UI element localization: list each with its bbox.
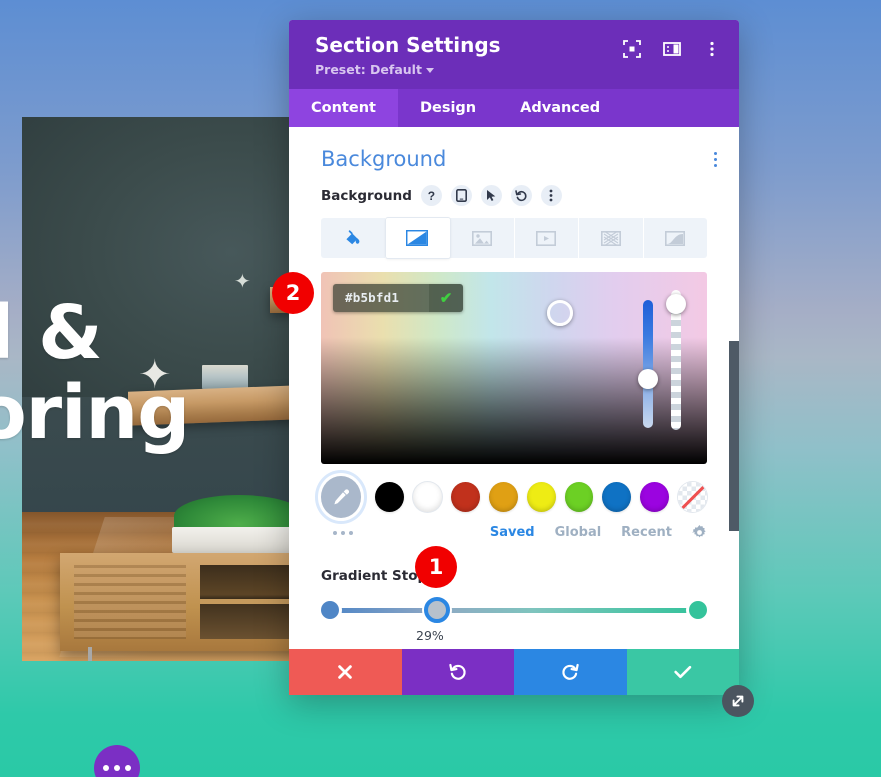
swatch-more-icon[interactable] bbox=[321, 530, 353, 535]
palette-tab-saved[interactable]: Saved bbox=[490, 525, 535, 540]
swatch-red[interactable] bbox=[451, 482, 480, 512]
page-title: Section Settings bbox=[315, 33, 501, 57]
saturation-value-cursor[interactable] bbox=[547, 300, 573, 326]
swatch-blue[interactable] bbox=[602, 482, 632, 512]
alpha-slider-knob[interactable] bbox=[666, 294, 686, 314]
modal-title-group: Section Settings Preset: Default bbox=[315, 33, 501, 78]
background-pattern-tab[interactable] bbox=[579, 218, 644, 258]
section-options-kebab-icon[interactable] bbox=[714, 151, 717, 167]
hex-confirm-checkmark-icon[interactable]: ✔ bbox=[429, 284, 463, 312]
photo-credenza-leg-left bbox=[88, 647, 92, 661]
gradient-stop-percent-label: 29% bbox=[416, 628, 444, 643]
background-section-header: Background bbox=[289, 127, 739, 171]
fab-dot-1 bbox=[103, 765, 109, 771]
photo-ornament-small bbox=[234, 269, 251, 294]
background-image-tab[interactable] bbox=[450, 218, 515, 258]
help-icon[interactable]: ? bbox=[420, 185, 442, 206]
swatch-white[interactable] bbox=[413, 482, 443, 512]
palette-tab-global[interactable]: Global bbox=[555, 525, 602, 540]
fab-dot-3 bbox=[125, 765, 131, 771]
background-video-tab[interactable] bbox=[515, 218, 579, 258]
swatch-green[interactable] bbox=[564, 482, 594, 512]
gradient-stop-active-handle[interactable] bbox=[424, 597, 450, 623]
hue-slider[interactable] bbox=[643, 300, 653, 428]
kebab-dot-2 bbox=[714, 157, 717, 161]
eyedropper-icon[interactable] bbox=[321, 476, 362, 518]
modal-header: Section Settings Preset: Default bbox=[289, 20, 739, 89]
background-field-row: Background ? bbox=[289, 171, 739, 206]
kebab-dot-3 bbox=[714, 163, 717, 167]
gradient-stops-label: Gradient Stops bbox=[321, 568, 436, 584]
fab-dot-2 bbox=[114, 765, 120, 771]
section-heading: Background bbox=[321, 147, 447, 171]
gradient-stops-track[interactable] bbox=[329, 608, 699, 613]
swatch-black[interactable] bbox=[375, 482, 405, 512]
section-settings-modal: Section Settings Preset: Default Content… bbox=[289, 20, 739, 695]
background-field-label: Background bbox=[321, 187, 412, 204]
photo-books bbox=[202, 365, 248, 389]
page-root: n al & ooring Section Settings Preset: D… bbox=[0, 0, 881, 777]
swatch-more-dot-3 bbox=[349, 530, 353, 535]
background-type-tabs bbox=[321, 218, 707, 258]
background-color-tab[interactable] bbox=[321, 218, 386, 258]
swatch-yellow[interactable] bbox=[526, 482, 556, 512]
swatch-transparent[interactable] bbox=[678, 482, 707, 512]
tab-content[interactable]: Content bbox=[289, 89, 398, 127]
palette-tab-recent[interactable]: Recent bbox=[621, 525, 672, 540]
kebab-dot-1 bbox=[714, 151, 717, 155]
palette-meta-row: Saved Global Recent bbox=[321, 525, 707, 540]
color-saturation-value-panel[interactable]: #b5bfd1 ✔ bbox=[321, 272, 707, 464]
hero-heading-line-3: ooring bbox=[0, 370, 190, 456]
swatch-more-dot-2 bbox=[341, 530, 345, 535]
modal-footer bbox=[289, 649, 739, 695]
annotation-marker-2: 2 bbox=[272, 272, 314, 314]
cancel-button[interactable] bbox=[289, 649, 402, 695]
resize-handle-icon[interactable] bbox=[722, 685, 754, 717]
gradient-stop-start-handle[interactable] bbox=[321, 601, 339, 619]
reset-undo-icon[interactable] bbox=[510, 185, 532, 206]
photo-credenza-door bbox=[74, 565, 186, 639]
modal-tab-bar: Content Design Advanced bbox=[289, 89, 739, 127]
hue-slider-knob[interactable] bbox=[638, 369, 658, 389]
gear-icon[interactable] bbox=[692, 525, 707, 540]
modal-header-icons bbox=[623, 34, 721, 58]
focus-frame-icon[interactable] bbox=[623, 40, 641, 58]
hex-input[interactable]: #b5bfd1 bbox=[333, 284, 429, 312]
hero-heading-line-2: al & bbox=[0, 290, 103, 376]
more-options-fab[interactable] bbox=[94, 745, 140, 777]
swatch-purple[interactable] bbox=[640, 482, 670, 512]
kebab-menu-icon[interactable] bbox=[703, 40, 721, 58]
modal-body: Background Background ? #b5bfd1 ✔ Saved … bbox=[289, 127, 739, 649]
save-button[interactable] bbox=[626, 649, 739, 695]
background-gradient-tab[interactable] bbox=[385, 218, 450, 258]
tab-advanced[interactable]: Advanced bbox=[498, 89, 622, 127]
swatch-more-dot-1 bbox=[333, 530, 337, 535]
chevron-down-icon bbox=[425, 68, 434, 73]
photo-planter-box bbox=[172, 527, 292, 553]
color-swatch-row bbox=[321, 476, 707, 518]
hover-cursor-icon[interactable] bbox=[480, 185, 502, 206]
background-mask-tab[interactable] bbox=[644, 218, 708, 258]
preset-label: Preset: Default bbox=[315, 62, 422, 77]
undo-button[interactable] bbox=[401, 649, 514, 695]
palette-tabs: Saved Global Recent bbox=[490, 525, 707, 540]
responsive-phone-icon[interactable] bbox=[450, 185, 472, 206]
tab-design[interactable]: Design bbox=[398, 89, 498, 127]
redo-button[interactable] bbox=[514, 649, 627, 695]
swatch-orange[interactable] bbox=[488, 482, 518, 512]
preset-selector[interactable]: Preset: Default bbox=[315, 62, 501, 77]
gradient-stops-slider[interactable]: 29% bbox=[321, 597, 707, 643]
modal-scrollbar[interactable] bbox=[729, 341, 739, 531]
annotation-marker-1: 1 bbox=[415, 546, 457, 588]
layout-panel-icon[interactable] bbox=[663, 40, 681, 58]
hex-value-field[interactable]: #b5bfd1 ✔ bbox=[333, 284, 463, 312]
gradient-stop-end-handle[interactable] bbox=[689, 601, 707, 619]
more-options-icon[interactable] bbox=[540, 185, 562, 206]
